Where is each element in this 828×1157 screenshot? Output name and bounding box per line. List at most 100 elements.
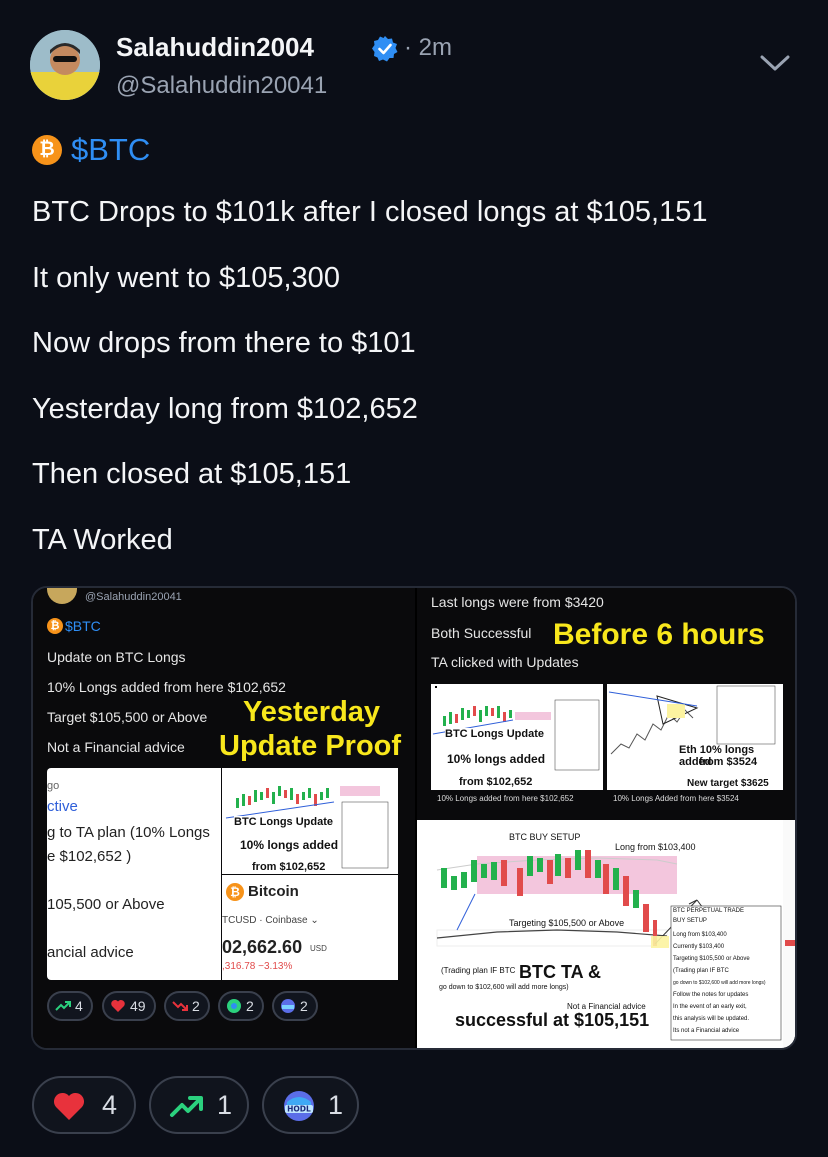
overlay-caption: Before 6 hours xyxy=(553,618,765,651)
reaction-count: 4 xyxy=(102,1090,118,1120)
screenshot-card: go ctive g to TA plan (10% Longs e $102,… xyxy=(47,768,221,980)
screenshot-text: ctive xyxy=(47,798,78,815)
reaction-count: 1 xyxy=(217,1090,233,1120)
hodl-icon xyxy=(281,999,295,1013)
chart-note: Long from $103,400 xyxy=(673,932,727,938)
screenshot-text: Target $105,500 or Above xyxy=(47,709,208,725)
chart-note: In the event of an early exit, xyxy=(673,1004,747,1010)
reaction-pill: 2 xyxy=(272,991,318,1021)
btc-chart-image: BTC BUY SETUP Long from $103,400 Targeti… xyxy=(417,820,795,1048)
bitcoin-icon: ₿ xyxy=(226,883,244,901)
username[interactable]: Salahuddin2004 xyxy=(116,32,314,63)
trend-down-icon xyxy=(172,1001,188,1011)
screenshot-text: 10% Longs added from here $102,652 xyxy=(47,679,286,695)
reaction-count: 2 xyxy=(192,998,200,1014)
chart-overlay-title: BTC TA & xyxy=(519,962,601,982)
heart-icon xyxy=(53,1092,85,1120)
trend-up-icon xyxy=(55,1001,71,1011)
previous-post-screenshot: Last longs were from $3420 Both Successf… xyxy=(417,588,795,820)
screenshot-text: 10% Longs added from here $102,652 xyxy=(437,794,574,803)
coin-pair: TCUSD · Coinbase ⌄ xyxy=(222,915,319,926)
coin-change: ,316.78 −3.13% xyxy=(222,961,293,972)
reaction-trend-up-button[interactable]: 1 xyxy=(149,1076,249,1134)
screenshot-text: from $102,652 xyxy=(459,776,533,788)
hodl-icon: HODL xyxy=(284,1091,314,1121)
post-line: It only went to $105,300 xyxy=(32,262,340,294)
overlay-caption: Yesterday xyxy=(243,696,381,728)
avatar[interactable] xyxy=(30,30,100,100)
chart-note: Follow the notes for updates xyxy=(673,992,749,998)
screenshot-text: 10% Longs Added from here $3524 xyxy=(613,794,739,803)
coin-name: Bitcoin xyxy=(248,883,299,900)
screenshot-text: g to TA plan (10% Longs xyxy=(47,824,210,841)
ticker-link[interactable]: $BTC xyxy=(71,132,150,168)
post-line: Now drops from there to $101 xyxy=(32,327,416,359)
chart-label: BTC BUY SETUP xyxy=(509,832,581,842)
reaction-count: 1 xyxy=(328,1090,344,1120)
screenshot-text: 105,500 or Above xyxy=(47,896,165,913)
reaction-count: 4 xyxy=(75,998,83,1014)
reaction-heart-button[interactable]: 4 xyxy=(32,1076,136,1134)
chart-note: Its not a Financial advice xyxy=(673,1028,740,1034)
reaction-count: 2 xyxy=(300,998,308,1014)
reaction-count: 49 xyxy=(130,998,146,1014)
reaction-pill: 49 xyxy=(102,991,156,1021)
post-image[interactable]: @Salahuddin20041 ₿ $BTC Update on BTC Lo… xyxy=(31,586,797,1050)
chart-note: BTC PERPETUAL TRADE xyxy=(673,908,745,914)
screenshot-text: go xyxy=(47,780,60,792)
previous-post-screenshot: @Salahuddin20041 ₿ $BTC Update on BTC Lo… xyxy=(33,588,415,1048)
chart-note: (Trading plan IF BTC xyxy=(673,968,729,974)
post-line: BTC Drops to $101k after I closed longs … xyxy=(32,196,708,228)
screenshot-text: Last longs were from $3420 xyxy=(431,594,604,610)
bitcoin-icon: ₿ xyxy=(32,135,62,165)
coin-price: 02,662.60 xyxy=(222,937,303,957)
screenshot-text: from $3524 xyxy=(699,756,758,768)
svg-text:HODL: HODL xyxy=(287,1105,311,1114)
chart-note: BUY SETUP xyxy=(673,918,707,924)
chart-label: go down to $102,600 will add more longs) xyxy=(439,984,569,991)
post-line: TA Worked xyxy=(32,524,173,556)
reaction-pill: 4 xyxy=(47,991,93,1021)
screenshot-text: BTC Longs Update xyxy=(445,728,544,740)
post-header: Salahuddin2004 · 2m @Salahuddin20041 xyxy=(30,30,800,104)
chart-note: go down to $102,600 will add more longs) xyxy=(673,980,766,986)
reaction-pill: 2 xyxy=(218,991,264,1021)
post-line: Then closed at $105,151 xyxy=(32,458,352,490)
chart-thumbnail: Eth 10% longs added from $3524 New targe… xyxy=(607,684,783,790)
avatar xyxy=(47,588,77,604)
screenshot-text: Not a Financial advice xyxy=(47,739,185,755)
screenshot-text: New target $3625 xyxy=(687,778,769,789)
chart-note: this analysis will be updated. xyxy=(673,1016,750,1022)
post-time: · 2m xyxy=(404,34,452,61)
user-handle[interactable]: @Salahuddin20041 xyxy=(116,72,327,100)
coin-unit: USD xyxy=(310,944,327,953)
price-card: ₿ Bitcoin TCUSD · Coinbase ⌄ 02,662.60 U… xyxy=(222,875,398,980)
reaction-pill: 2 xyxy=(164,991,210,1021)
screenshot-text: 10% longs added xyxy=(240,838,339,852)
chart-label: Targeting $105,500 or Above xyxy=(509,918,625,928)
chart-thumbnail: BTC Longs Update 10% longs added from $1… xyxy=(222,768,398,874)
screenshot-text: from $102,652 xyxy=(252,861,326,873)
chart-label: (Trading plan IF BTC xyxy=(441,966,516,975)
overlay-caption: Update Proof xyxy=(219,730,402,762)
post-line: Yesterday long from $102,652 xyxy=(32,393,418,425)
screenshot-text: e $102,652 ) xyxy=(47,848,132,865)
screenshot-text: 10% longs added xyxy=(447,752,546,766)
bitcoin-icon: ₿ xyxy=(47,618,63,634)
chart-thumbnail: BTC Longs Update 10% longs added from $1… xyxy=(431,684,603,790)
screenshot-text: ancial advice xyxy=(47,944,134,961)
chart-overlay-title: successful at $105,151 xyxy=(455,1010,650,1030)
rocket-icon xyxy=(227,999,241,1013)
heart-icon xyxy=(111,1000,125,1012)
screenshot-text: TA clicked with Updates xyxy=(431,654,579,670)
ticker-link: $BTC xyxy=(65,618,101,634)
chart-note: Targeting $105,500 or Above xyxy=(673,956,750,962)
chart-note: Currently $103,400 xyxy=(673,944,725,950)
chevron-down-icon[interactable] xyxy=(758,52,792,74)
chart-label: Long from $103,400 xyxy=(615,842,696,852)
reaction-hodl-button[interactable]: HODL 1 xyxy=(262,1076,359,1134)
verified-badge-icon xyxy=(372,36,398,62)
trend-up-icon xyxy=(170,1096,203,1117)
screenshot-text: Update on BTC Longs xyxy=(47,649,186,665)
screenshot-text: Both Successful xyxy=(431,625,532,641)
